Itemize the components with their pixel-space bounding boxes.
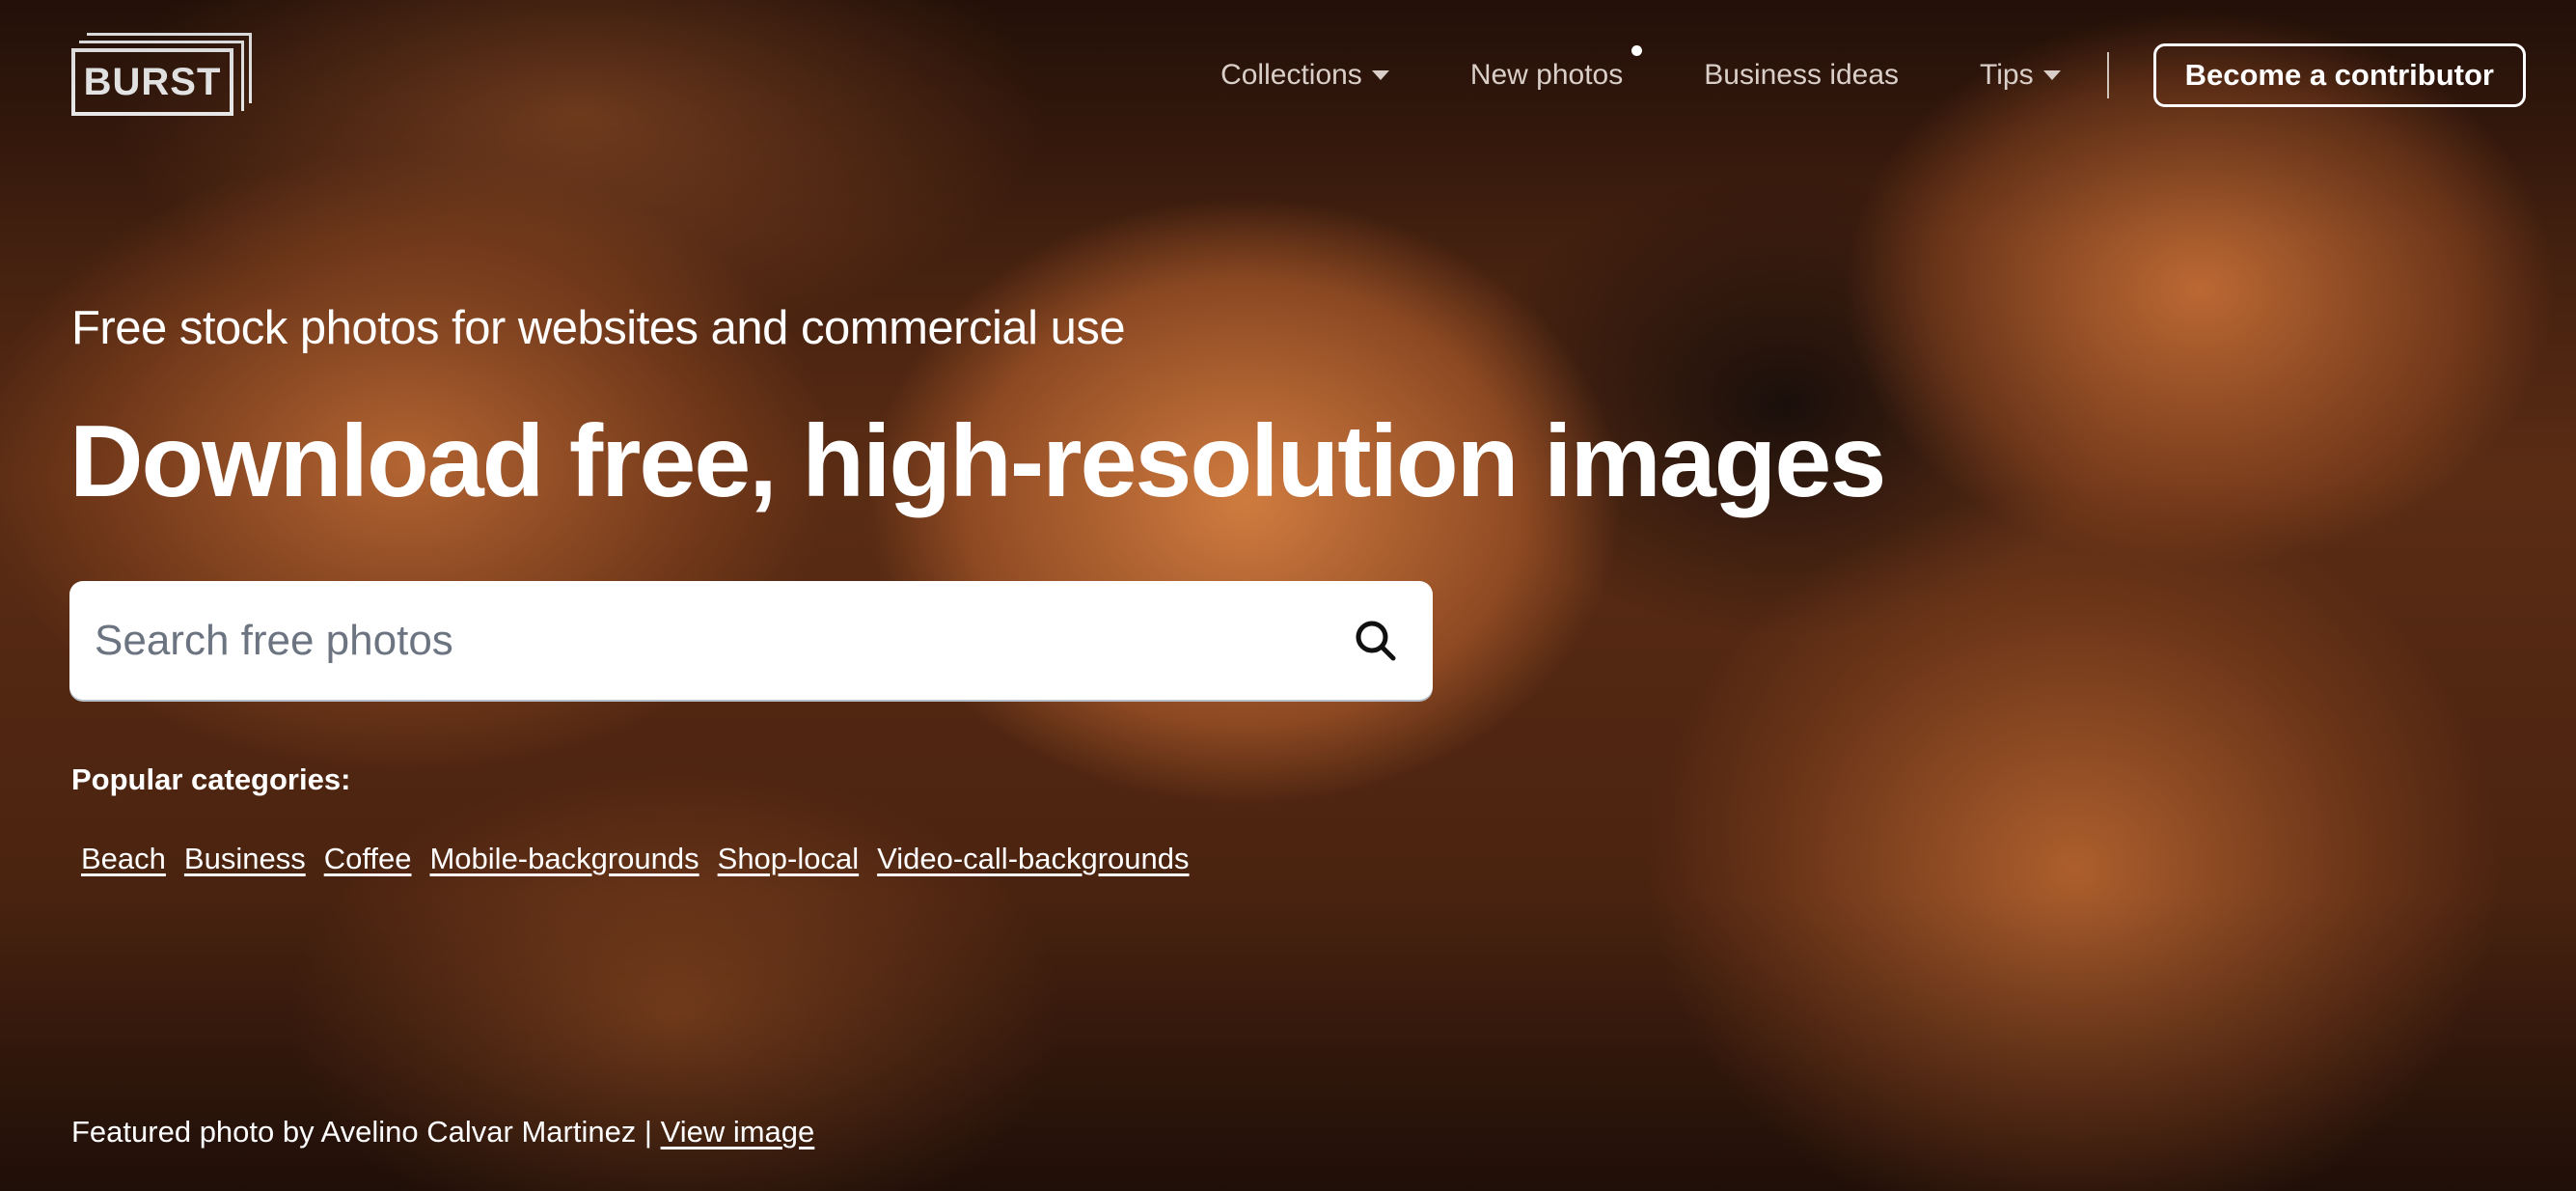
category-links: Beach Business Coffee Mobile-backgrounds… <box>81 842 1208 876</box>
caret-down-icon <box>1371 70 1389 80</box>
popular-categories-label: Popular categories: <box>71 762 351 796</box>
logo-frame-front: BURST <box>71 48 233 116</box>
search-input[interactable] <box>69 581 1342 700</box>
burst-logo[interactable]: BURST <box>70 31 254 118</box>
top-nav: Collections New photos Business ideas Ti… <box>1220 41 2526 110</box>
category-link-mobile-backgrounds[interactable]: Mobile-backgrounds <box>429 842 699 876</box>
caret-down-icon <box>2042 70 2061 80</box>
category-link-beach[interactable]: Beach <box>81 842 166 876</box>
logo-text: BURST <box>83 60 222 103</box>
view-image-link[interactable]: View image <box>661 1115 815 1149</box>
nav-new-photos[interactable]: New photos <box>1469 45 1643 92</box>
nav-tips-label: Tips <box>1980 59 2034 91</box>
become-contributor-button[interactable]: Become a contributor <box>2152 43 2526 107</box>
nav-new-photos-label: New photos <box>1469 59 1624 91</box>
search-button[interactable] <box>1342 607 1410 675</box>
nav-tips[interactable]: Tips <box>1980 59 2061 92</box>
photo-credit-text: Featured photo by Avelino Calvar Martine… <box>71 1115 661 1149</box>
search-icon <box>1356 621 1396 660</box>
hero-headline: Download free, high-resolution images <box>69 404 1886 518</box>
nav-business-ideas[interactable]: Business ideas <box>1704 59 1899 92</box>
search-form <box>69 581 1433 700</box>
nav-collections-label: Collections <box>1220 59 1362 91</box>
hero-section: BURST Collections New photos Business id… <box>0 0 2576 1191</box>
category-link-shop-local[interactable]: Shop-local <box>718 842 859 876</box>
nav-collections[interactable]: Collections <box>1220 59 1389 92</box>
photo-credit: Featured photo by Avelino Calvar Martine… <box>71 1115 814 1149</box>
new-indicator-dot-icon <box>1631 45 1643 56</box>
nav-business-ideas-label: Business ideas <box>1704 59 1900 91</box>
category-link-video-call-backgrounds[interactable]: Video-call-backgrounds <box>877 842 1189 876</box>
category-link-coffee[interactable]: Coffee <box>324 842 412 876</box>
nav-divider <box>2106 52 2109 98</box>
hero-subtitle: Free stock photos for websites and comme… <box>71 302 1126 354</box>
category-link-business[interactable]: Business <box>184 842 306 876</box>
